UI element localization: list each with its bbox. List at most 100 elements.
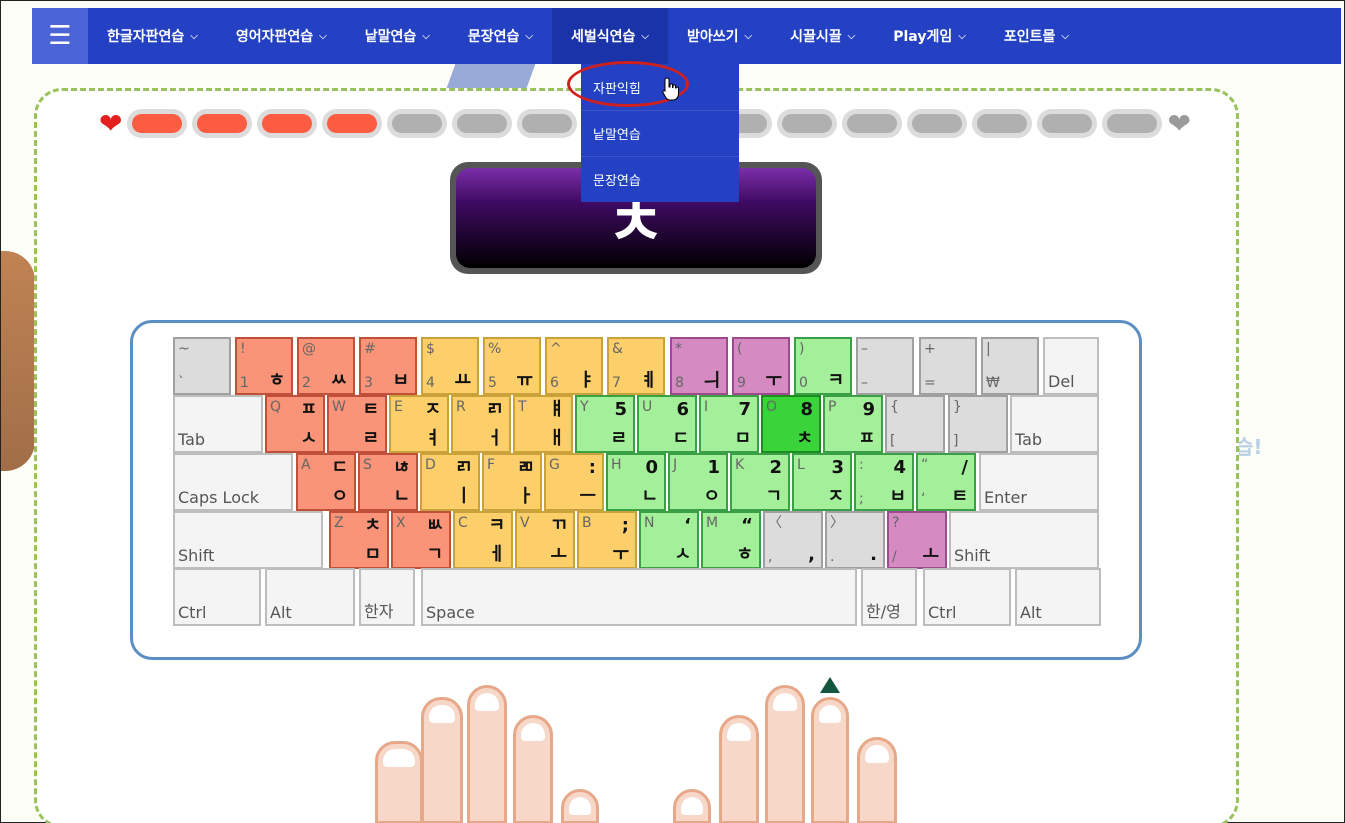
key-r2-12: Enter — [979, 453, 1099, 511]
finger — [467, 685, 507, 823]
key-top-symbol: $ — [426, 341, 435, 357]
key-top-symbol: I — [704, 399, 709, 415]
key-lower-char: ㄹ — [362, 428, 379, 449]
key-lower-char: ㅁ — [364, 544, 381, 565]
key-top-symbol: C — [458, 515, 468, 531]
fingernail — [569, 797, 591, 815]
key-label: Shift — [954, 546, 991, 565]
key-r2-3: D ㄺㅣ — [420, 453, 480, 511]
hamburger-icon[interactable]: ☰ — [32, 8, 88, 64]
nav-item-6[interactable]: 시끌시끌 ⌵ — [771, 8, 874, 64]
key-label: Alt — [270, 603, 292, 622]
fingernail — [819, 705, 841, 723]
key-bottom-symbol: , — [768, 549, 773, 565]
key-lower-char: ㅊ — [796, 428, 813, 449]
finger — [673, 789, 711, 823]
key-top-symbol: 〉 — [830, 515, 844, 531]
key-lower-char: ㅗ — [550, 544, 567, 565]
key-r3-11: Shift — [949, 511, 1099, 569]
key-lower-char: . — [870, 544, 877, 565]
key-r1-13: Tab — [1010, 395, 1099, 453]
key-r3-6: N ‘ ㅅ — [639, 511, 699, 569]
key-label: Tab — [178, 430, 206, 449]
key-r4-0: Ctrl — [173, 568, 261, 626]
key-top-symbol: ! — [240, 341, 246, 357]
chevron-down-icon: ⌵ — [190, 30, 198, 42]
key-r2-0: Caps Lock — [173, 453, 293, 511]
chevron-down-icon: ⌵ — [422, 30, 430, 42]
finger — [719, 715, 759, 823]
key-lower-char: ㄷ — [672, 428, 689, 449]
key-top-symbol: Y — [580, 399, 589, 415]
nav-item-4[interactable]: 세벌식연습 ⌵ — [552, 8, 668, 64]
key-top-symbol: ? — [892, 515, 900, 531]
nav-item-3[interactable]: 문장연습 ⌵ — [449, 8, 552, 64]
fingernail — [865, 745, 889, 763]
key-r2-10: :; 4 ㅂ — [854, 453, 914, 511]
key-r1-1: Q ㅍㅅ — [265, 395, 325, 453]
key-lower-char: ㅜ — [612, 544, 629, 565]
key-bottom-symbol: 8 — [675, 375, 684, 391]
key-lower-char: ㅅ — [300, 428, 317, 449]
life-pill — [322, 109, 383, 138]
key-lower-char: ㅋ — [827, 370, 844, 391]
finger — [421, 697, 463, 823]
nav-item-0[interactable]: 한글자판연습 ⌵ — [88, 8, 217, 64]
dropdown-item-2[interactable]: 문장연습 — [581, 156, 739, 202]
key-top-symbol: L — [797, 457, 805, 473]
key-r1-9: O 8 ㅊ — [761, 395, 821, 453]
key-top-symbol: Z — [334, 515, 344, 531]
key-r0-14: Del — [1043, 337, 1099, 395]
life-pill — [192, 109, 253, 138]
nav-item-label: 한글자판연습 — [107, 29, 185, 45]
dropdown-item-1[interactable]: 낱말연습 — [581, 110, 739, 156]
key-lower-char: ㅜ — [765, 370, 782, 391]
finger — [513, 715, 553, 823]
fingernail — [681, 797, 703, 815]
key-r1-2: Wㅌㄹ — [327, 395, 387, 453]
nav-item-label: 영어자판연습 — [235, 29, 314, 45]
key-r1-8: I 7 ㅁ — [699, 395, 759, 453]
key-lower-char: ㅑ — [578, 370, 595, 391]
key-top-symbol: 〈 — [768, 515, 782, 531]
nav-item-1[interactable]: 영어자판연습 ⌵ — [217, 8, 346, 64]
key-top-symbol: | — [986, 341, 991, 357]
nav-item-2[interactable]: 낱말연습 ⌵ — [346, 8, 449, 64]
key-upper-char: ㄺ — [455, 457, 472, 478]
nav-item-8[interactable]: 포인트몰 ⌵ — [985, 8, 1088, 64]
nav-item-7[interactable]: Play게임 ⌵ — [874, 8, 985, 64]
key-upper-char: 9 — [862, 399, 875, 420]
key-bottom-symbol: ` — [178, 375, 185, 391]
key-lower-char: ㅌ — [951, 486, 968, 507]
fingernail — [429, 705, 455, 723]
key-top-symbol: O — [766, 399, 778, 415]
key-top-symbol: W — [332, 399, 346, 415]
key-r3-8: 〈,, — [763, 511, 823, 569]
life-pill — [127, 109, 188, 138]
key-r4-2: 한자 — [359, 568, 415, 626]
nav-item-label: 세벌식연습 — [571, 29, 636, 45]
key-r2-9: L 3 ㅈ — [792, 453, 852, 511]
nav-item-label: 포인트몰 — [1003, 29, 1056, 45]
key-lower-char: ㄱ — [765, 486, 782, 507]
key-upper-char: : — [588, 457, 596, 478]
key-bottom-symbol: 5 — [488, 375, 497, 391]
key-r0-6: ^ 6 ㅑ — [545, 337, 603, 395]
nav-item-5[interactable]: 받아쓰기 ⌵ — [668, 8, 771, 64]
nav-item-label: 시끌시끌 — [790, 29, 842, 45]
key-bottom-symbol: 2 — [302, 375, 311, 391]
key-r1-0: Tab — [173, 395, 263, 453]
key-r3-0: Shift — [173, 511, 323, 569]
key-top-symbol: X — [396, 515, 406, 531]
heart-empty-icon: ❤ — [1167, 106, 1191, 140]
key-upper-char: 6 — [676, 399, 689, 420]
nav-item-label: 낱말연습 — [364, 29, 417, 45]
main-nav: ☰ 한글자판연습 ⌵ 영어자판연습 ⌵ 낱말연습 ⌵ 문장연습 ⌵ 세벌식연습 ⌵ 받아쓰기 ⌵ 시끌시… — [32, 8, 1341, 64]
key-bottom-symbol: . — [830, 549, 835, 565]
key-lower-char: ㅏ — [517, 486, 534, 507]
key-r4-1: Alt — [265, 568, 355, 626]
key-bottom-symbol: ; — [859, 491, 864, 507]
key-r0-0: ~ ` — [173, 337, 231, 395]
key-lower-char: ㅔ — [488, 544, 505, 565]
life-pill — [1037, 109, 1098, 138]
